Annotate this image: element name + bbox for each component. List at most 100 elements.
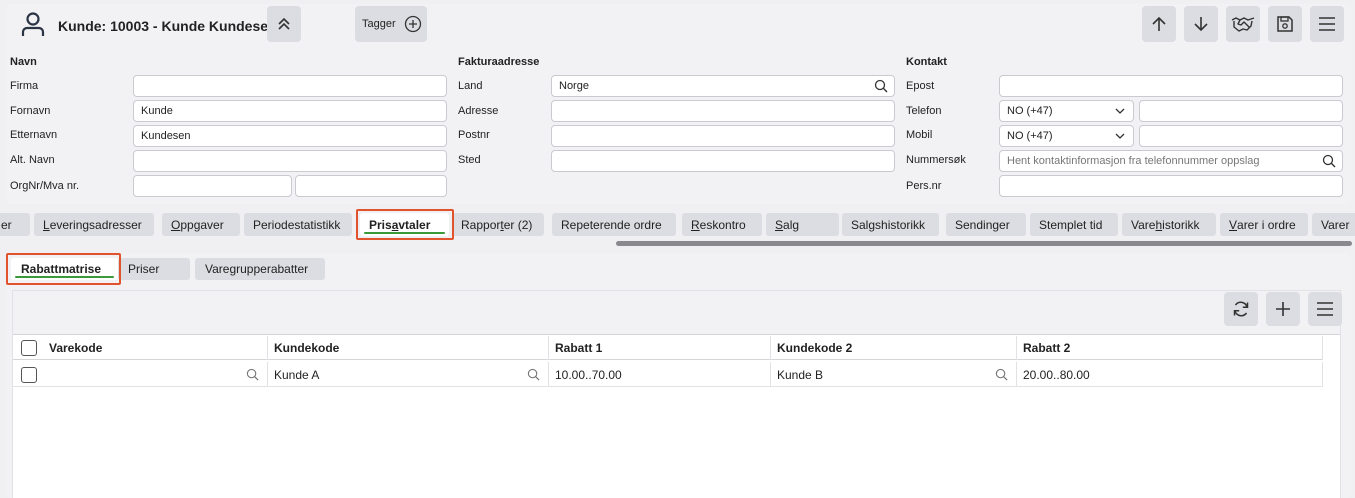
subtab-varegrupperabatter[interactable]: Varegrupperabatter (195, 258, 325, 280)
tab-repeterende-ordre[interactable]: Repeterende ordre (552, 213, 676, 236)
mobil-country-select[interactable]: NO (+47) (999, 125, 1134, 147)
fornavn-value: Kunde (141, 105, 173, 117)
orgnr-field[interactable] (133, 175, 292, 197)
previous-record-button[interactable] (1142, 6, 1176, 42)
rabatt2-value: 20.00..80.00 (1023, 367, 1090, 382)
postnr-field[interactable] (551, 125, 895, 147)
tab-leveringsadresser[interactable]: Leveringsadresser (34, 213, 154, 236)
persnr-field[interactable] (999, 175, 1343, 197)
collapse-header-button[interactable] (267, 6, 301, 42)
plus-icon (1276, 302, 1290, 316)
add-row-button[interactable] (1266, 292, 1300, 326)
epost-field[interactable] (999, 75, 1343, 97)
firma-field[interactable] (133, 75, 447, 97)
search-icon[interactable] (1322, 154, 1336, 168)
tab-kontakter[interactable]: er (0, 213, 30, 236)
table-row: Kunde A 10.00..70.00 Kunde B 20.00..80.0… (13, 362, 1323, 387)
tab-prisavtaler[interactable]: Pris a vtaler (360, 213, 449, 236)
hamburger-menu-icon (1317, 302, 1333, 316)
column-header-kundekode[interactable]: Kundekode (268, 336, 549, 360)
arrow-down-icon (1194, 17, 1208, 32)
save-button[interactable] (1268, 6, 1302, 42)
rabattmatrise-grid: Varekode Kundekode Rabatt 1 Kundekode 2 … (12, 290, 1342, 498)
tab-reskontro[interactable]: Reskontro (682, 213, 762, 236)
fornavn-field[interactable]: Kunde (133, 100, 447, 122)
save-icon (1277, 16, 1293, 32)
telefon-country-select[interactable]: NO (+47) (999, 100, 1134, 122)
adresse-label: Adresse (458, 105, 499, 117)
mva-field[interactable] (295, 175, 447, 197)
next-record-button[interactable] (1184, 6, 1218, 42)
tab-salg[interactable]: Salg (766, 213, 839, 236)
alt-navn-label: Alt. Navn (10, 154, 55, 166)
grid-menu-button[interactable] (1308, 292, 1342, 326)
navn-heading: Navn (10, 56, 37, 68)
select-all-cell (13, 336, 43, 360)
column-header-varekode[interactable]: Varekode (43, 336, 268, 360)
search-icon[interactable] (527, 368, 540, 381)
persnr-label: Pers.nr (906, 180, 942, 192)
page-title: Kunde: 10003 - Kunde Kundesen (58, 18, 277, 34)
handshake-button[interactable] (1226, 6, 1260, 42)
handshake-icon (1231, 17, 1255, 32)
sted-label: Sted (458, 154, 481, 166)
search-icon[interactable] (995, 368, 1008, 381)
column-header-rabatt1[interactable]: Rabatt 1 (549, 336, 771, 360)
search-icon[interactable] (874, 79, 888, 93)
etternavn-field[interactable]: Kundesen (133, 125, 447, 147)
column-header-kundekode2[interactable]: Kundekode 2 (771, 336, 1017, 360)
chevrons-up-icon (278, 17, 290, 30)
row-select-cell (13, 362, 43, 387)
mobil-field[interactable] (1139, 125, 1343, 147)
cell-kundekode[interactable]: Kunde A (268, 362, 549, 387)
land-field[interactable]: Norge (551, 75, 895, 97)
firma-label: Firma (10, 80, 39, 92)
kundekode-value: Kunde A (274, 367, 320, 382)
subtab-rabattmatrise[interactable]: Rabattmatrise (11, 258, 118, 280)
tab-sendinger[interactable]: Sendinger (946, 213, 1026, 236)
kundekode2-value: Kunde B (777, 367, 824, 382)
arrow-up-icon (1152, 16, 1166, 31)
rabatt1-value: 10.00..70.00 (555, 367, 622, 382)
adresse-field[interactable] (551, 100, 895, 122)
cell-rabatt1[interactable]: 10.00..70.00 (549, 362, 771, 387)
tab-varer[interactable]: Varer (1312, 213, 1355, 236)
menu-button[interactable] (1310, 6, 1344, 42)
telefon-label: Telefon (906, 105, 942, 117)
etternavn-value: Kundesen (141, 130, 191, 142)
tags-button[interactable]: Tagger (355, 6, 427, 42)
select-all-checkbox[interactable] (21, 340, 37, 356)
mobil-country-value: NO (+47) (1007, 130, 1053, 142)
subtab-priser[interactable]: Priser (118, 258, 190, 280)
telefon-country-value: NO (+47) (1007, 105, 1053, 117)
chevron-down-icon (1115, 108, 1125, 114)
cell-rabatt2[interactable]: 20.00..80.00 (1017, 362, 1323, 387)
row-checkbox[interactable] (21, 366, 37, 383)
tab-varer-i-ordre[interactable]: Varer i ordre (1220, 213, 1308, 236)
tab-oppgaver[interactable]: Oppgaver (162, 213, 240, 236)
column-header-rabatt2[interactable]: Rabatt 2 (1017, 336, 1323, 360)
tags-label: Tagger (362, 18, 396, 30)
telefon-field[interactable] (1139, 100, 1343, 122)
sted-field[interactable] (551, 150, 895, 172)
user-icon (21, 12, 45, 36)
search-icon[interactable] (246, 368, 259, 381)
cell-varekode[interactable] (43, 362, 268, 387)
chevron-down-icon (1115, 133, 1125, 139)
tab-periodestatistikk[interactable]: Periodestatistikk (244, 213, 352, 236)
etternavn-label: Etternavn (10, 129, 58, 141)
land-value: Norge (559, 80, 589, 92)
tab-stemplet-tid[interactable]: Stemplet tid (1030, 213, 1118, 236)
tab-salgshistorikk[interactable]: Salgshistorikk (842, 213, 939, 236)
kontakt-heading: Kontakt (906, 56, 947, 68)
orgnr-label: OrgNr/Mva nr. (10, 180, 80, 192)
alt-navn-field[interactable] (133, 150, 447, 172)
tab-scrollbar[interactable] (616, 241, 1352, 246)
tab-rapporter[interactable]: Rappor t er (2) (452, 213, 544, 236)
tab-varehistorikk[interactable]: Vare h istorikk (1122, 213, 1216, 236)
nummersok-field[interactable]: Hent kontaktinformasjon fra telefonnumme… (999, 150, 1343, 172)
nummersok-label: Nummersøk (906, 154, 966, 166)
cell-kundekode2[interactable]: Kunde B (771, 362, 1017, 387)
grid-toolbar (13, 291, 1342, 335)
refresh-button[interactable] (1224, 292, 1258, 326)
